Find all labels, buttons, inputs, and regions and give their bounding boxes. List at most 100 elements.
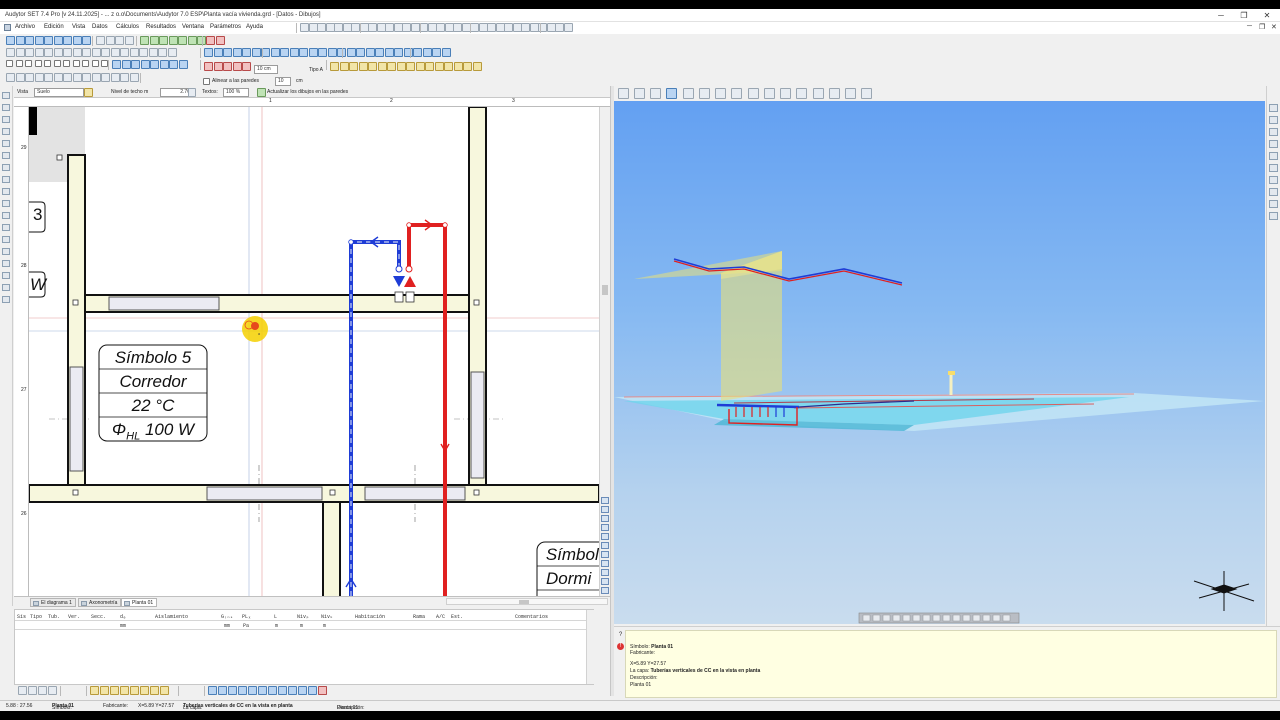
toolbar-button[interactable] [213, 48, 223, 57]
view3d-tool-button[interactable] [764, 88, 775, 99]
toolbar-checkbox[interactable] [6, 60, 13, 67]
plan-side-tool-button[interactable] [601, 506, 609, 513]
table-tool-button[interactable] [278, 686, 287, 695]
right-tool-button[interactable] [1269, 200, 1278, 208]
table-tool-button[interactable] [318, 686, 327, 695]
toolbar-checkbox[interactable] [15, 60, 23, 67]
toolbar-button[interactable] [472, 62, 482, 71]
quick-access-button[interactable] [402, 23, 411, 32]
toolbar-button[interactable] [232, 62, 242, 71]
quick-access-button[interactable] [368, 23, 377, 32]
toolbar-button[interactable] [453, 62, 463, 71]
toolbar-button[interactable] [150, 60, 159, 69]
toolbar-button[interactable] [406, 62, 415, 71]
toolbar-button[interactable] [358, 62, 368, 71]
toolbar-button[interactable] [44, 48, 53, 57]
view3d-tool-button[interactable] [861, 88, 872, 99]
left-tool-button[interactable] [2, 164, 10, 171]
toolbar-button[interactable] [178, 36, 187, 45]
toolbar-button[interactable] [394, 48, 403, 57]
toolbar-button[interactable] [349, 62, 358, 71]
col-header[interactable]: Aislamiento [155, 614, 188, 620]
toolbar-button[interactable] [213, 62, 223, 71]
left-tool-button[interactable] [2, 140, 10, 147]
table-tool-button[interactable] [140, 686, 149, 695]
tipo-label[interactable]: Tipo A [309, 67, 323, 73]
col-header[interactable]: Comentarios [515, 614, 548, 620]
toolbar-button[interactable] [53, 73, 63, 82]
toolbar-button[interactable] [232, 48, 242, 57]
view3d-tool-button[interactable] [813, 88, 824, 99]
view3d-tool-button[interactable] [650, 88, 661, 99]
close-icon[interactable]: ✕ [1256, 10, 1278, 21]
toolbar-button[interactable] [216, 36, 225, 45]
doc-close-icon[interactable]: ✕ [1271, 23, 1277, 31]
toolbar-button[interactable] [159, 36, 168, 45]
toolbar-button[interactable] [120, 48, 129, 57]
toolbar-button[interactable] [91, 48, 101, 57]
tab-planta[interactable]: Planta 01 [121, 598, 158, 607]
help-icon[interactable]: ? [617, 632, 624, 639]
toolbar-button[interactable] [15, 73, 25, 82]
toolbar-button[interactable] [101, 73, 110, 82]
menu-datos[interactable]: Datos [92, 24, 108, 30]
menu-resultados[interactable]: Resultados [146, 24, 176, 30]
table-tool-button[interactable] [248, 686, 257, 695]
right-tool-button[interactable] [1269, 104, 1278, 112]
toolbar-button[interactable] [432, 48, 441, 57]
toolbar-button[interactable] [425, 62, 434, 71]
toolbar-button[interactable] [387, 62, 396, 71]
right-tool-button[interactable] [1269, 128, 1278, 136]
pipe-data-table[interactable]: Sís Tipo Tub. Ver. Secc. dₑ Aislamiento … [14, 609, 594, 685]
view3d-tool-button[interactable] [699, 88, 710, 99]
symbol-5-label[interactable]: Símbolo 5 Corredor 22 °C ΦHL 100 W [99, 346, 207, 442]
error-icon[interactable]: ! [617, 643, 624, 650]
nivel-arrow-icon[interactable] [188, 88, 196, 97]
toolbar-button[interactable] [82, 36, 91, 45]
table-tool-button[interactable] [208, 686, 217, 695]
menu-calculos[interactable]: Cálculos [116, 24, 139, 30]
toolbar-button[interactable] [441, 48, 451, 57]
col-header[interactable]: Est. [451, 614, 463, 620]
plan-side-tool-button[interactable] [601, 497, 609, 504]
left-tool-button[interactable] [2, 200, 10, 207]
table-tool-button[interactable] [28, 686, 37, 695]
toolbar-button[interactable] [204, 62, 213, 71]
plan-side-tool-button[interactable] [601, 560, 609, 567]
left-tool-button[interactable] [2, 224, 10, 231]
toolbar-button[interactable] [129, 48, 139, 57]
toolbar-checkbox[interactable] [53, 60, 61, 67]
toolbar-button[interactable] [415, 62, 425, 71]
col-header[interactable]: Tipo [30, 614, 42, 620]
toolbar-button[interactable] [6, 73, 15, 82]
col-header[interactable]: Tub. [48, 614, 60, 620]
quick-access-button[interactable] [453, 23, 462, 32]
quick-access-button[interactable] [487, 23, 496, 32]
plan-side-tool-button[interactable] [601, 542, 609, 549]
col-header[interactable]: Sís [17, 614, 26, 620]
toolbar-button[interactable] [206, 36, 215, 45]
table-tool-button[interactable] [48, 686, 57, 695]
toolbar-button[interactable] [34, 48, 44, 57]
toolbar-button[interactable] [327, 48, 337, 57]
view3d-canvas[interactable] [614, 101, 1265, 624]
toolbar-button[interactable] [368, 62, 377, 71]
toolbar-button[interactable] [403, 48, 413, 57]
symbol-2-label[interactable]: Símbolo Dormi 2 2 [537, 543, 599, 596]
scroll-thumb[interactable] [602, 285, 608, 295]
toolbar-button[interactable] [139, 48, 148, 57]
right-tool-button[interactable] [1269, 212, 1278, 220]
table-tool-button[interactable] [18, 686, 27, 695]
quick-access-button[interactable] [300, 23, 309, 32]
left-tool-button[interactable] [2, 152, 10, 159]
plan-side-tool-button[interactable] [601, 533, 609, 540]
view3d-tool-button[interactable] [618, 88, 629, 99]
toolbar-button[interactable] [63, 73, 72, 82]
toolbar-button[interactable] [339, 62, 349, 71]
toolbar-checkbox[interactable] [44, 60, 51, 67]
col-header[interactable]: Ver. [68, 614, 80, 620]
quick-access-button[interactable] [521, 23, 530, 32]
toolbar-checkbox[interactable] [101, 60, 108, 67]
menu-archivo[interactable]: Archivo [15, 24, 35, 30]
left-tool-button[interactable] [2, 104, 10, 111]
